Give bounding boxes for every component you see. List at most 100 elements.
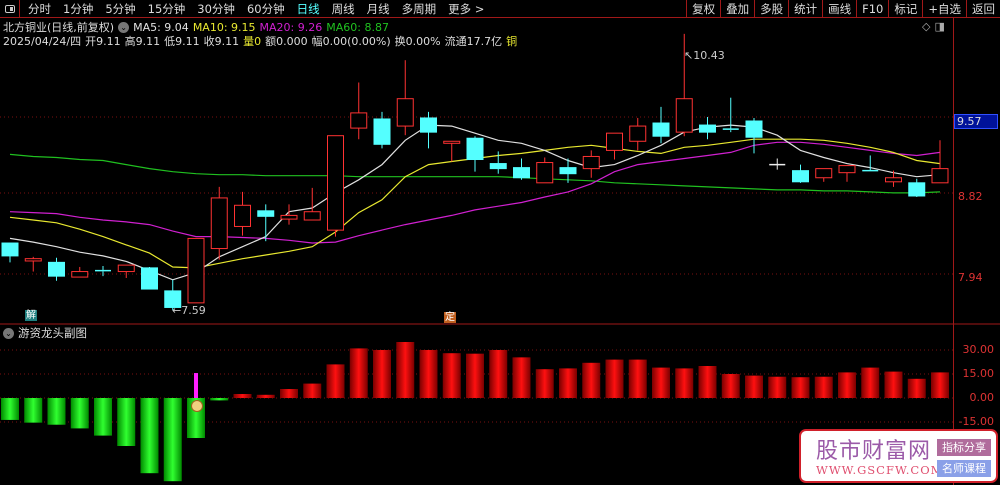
low-price-label: ←7.59 bbox=[172, 304, 206, 317]
candle bbox=[210, 186, 228, 260]
sub-axis-label: 30.00 bbox=[962, 343, 995, 356]
sub-bar bbox=[24, 398, 43, 423]
candle-body bbox=[815, 168, 833, 179]
candle-body bbox=[699, 124, 716, 133]
sub-bar bbox=[512, 357, 531, 398]
candle bbox=[931, 140, 949, 184]
sub-bar bbox=[768, 376, 787, 398]
sub-bar bbox=[698, 366, 717, 398]
candle bbox=[141, 266, 158, 290]
sub-bar bbox=[675, 368, 694, 398]
candle bbox=[513, 158, 530, 180]
sub-bar bbox=[582, 362, 601, 398]
fixed-badge[interactable]: 定 bbox=[444, 312, 456, 323]
candle-body bbox=[1, 242, 19, 257]
candle bbox=[117, 264, 135, 278]
candle bbox=[280, 204, 298, 225]
candle-body bbox=[24, 258, 42, 262]
sub-bar bbox=[838, 372, 856, 398]
sub-bar bbox=[605, 359, 624, 398]
sub-bar bbox=[94, 398, 112, 436]
candle bbox=[582, 150, 600, 178]
sub-bar bbox=[140, 398, 159, 474]
candle-body bbox=[373, 118, 391, 145]
candle bbox=[699, 116, 716, 140]
sub-axis-label: -15.00 bbox=[958, 415, 994, 428]
candle bbox=[466, 136, 484, 172]
watermark-title: 股市财富网 bbox=[816, 439, 932, 464]
candle-body bbox=[257, 210, 275, 217]
candle bbox=[420, 111, 437, 149]
candle-body bbox=[606, 132, 623, 151]
sub-bar bbox=[256, 394, 275, 398]
candle bbox=[234, 191, 251, 236]
candle-body bbox=[48, 261, 65, 277]
sub-bar bbox=[489, 350, 508, 398]
candle bbox=[350, 82, 368, 140]
sub-bar bbox=[117, 398, 136, 446]
candle bbox=[745, 117, 763, 154]
candle-body bbox=[280, 214, 298, 220]
candle-body bbox=[234, 204, 251, 227]
candle-body bbox=[466, 137, 484, 161]
sub-bar bbox=[652, 367, 670, 398]
candle-body bbox=[420, 117, 437, 133]
candle bbox=[327, 135, 344, 237]
candle-body bbox=[745, 120, 763, 138]
candle bbox=[24, 256, 42, 272]
sub-bar bbox=[1, 398, 19, 420]
kline-chart[interactable]: ←7.59 ↖10.43 bbox=[0, 0, 1000, 485]
sub-bar bbox=[791, 377, 810, 398]
candle-body bbox=[675, 98, 693, 133]
candle-body bbox=[303, 211, 321, 221]
candle bbox=[606, 132, 623, 160]
candle bbox=[769, 158, 786, 170]
watermark-tag: 名师课程 bbox=[937, 460, 991, 477]
sub-chart-name: 游资龙头副图 bbox=[18, 326, 87, 340]
sub-bar bbox=[373, 350, 391, 398]
candle-body bbox=[187, 237, 205, 304]
candle-body bbox=[71, 271, 89, 278]
sub-bar bbox=[861, 367, 880, 398]
candle-body bbox=[792, 170, 809, 183]
candle-body bbox=[931, 168, 949, 184]
candle-body bbox=[396, 98, 414, 127]
sub-bar bbox=[559, 368, 577, 398]
sub-bar bbox=[535, 369, 554, 398]
sub-bar bbox=[163, 398, 182, 482]
sub-axis-label: 0.00 bbox=[969, 391, 995, 404]
candle bbox=[71, 266, 89, 278]
candle-body bbox=[350, 112, 368, 129]
candle bbox=[652, 106, 670, 144]
candle-body bbox=[443, 140, 461, 144]
signal-bar bbox=[194, 373, 198, 398]
candle-body bbox=[652, 122, 670, 137]
candle-body bbox=[908, 182, 926, 197]
money-bag-icon bbox=[191, 400, 203, 412]
unlock-badge[interactable]: 解 bbox=[25, 310, 37, 321]
sub-bar bbox=[47, 398, 66, 425]
candle bbox=[396, 60, 414, 136]
sub-bar bbox=[70, 398, 89, 429]
candle-body bbox=[559, 167, 577, 175]
candle-body bbox=[327, 135, 344, 231]
candle-body bbox=[117, 264, 135, 273]
candle bbox=[257, 204, 275, 242]
candle bbox=[95, 266, 111, 277]
candle bbox=[722, 97, 739, 133]
sub-bar bbox=[233, 394, 252, 398]
candle bbox=[838, 165, 856, 182]
price-label: 7.94 bbox=[958, 271, 983, 284]
candle bbox=[48, 257, 65, 281]
sub-bar bbox=[931, 372, 949, 398]
chevron-down-icon[interactable]: ⌄ bbox=[3, 327, 14, 339]
watermark-logo: 股市财富网 WWW.GSCFW.COM 指标分享 名师课程 bbox=[799, 429, 998, 483]
sub-bar bbox=[349, 348, 368, 398]
candle-body bbox=[210, 197, 228, 250]
sub-bar bbox=[466, 353, 484, 398]
candle-body bbox=[582, 155, 600, 170]
candle-body bbox=[885, 177, 902, 183]
candle-body bbox=[489, 163, 507, 170]
candle-body bbox=[536, 162, 554, 184]
sub-bar bbox=[442, 353, 461, 398]
